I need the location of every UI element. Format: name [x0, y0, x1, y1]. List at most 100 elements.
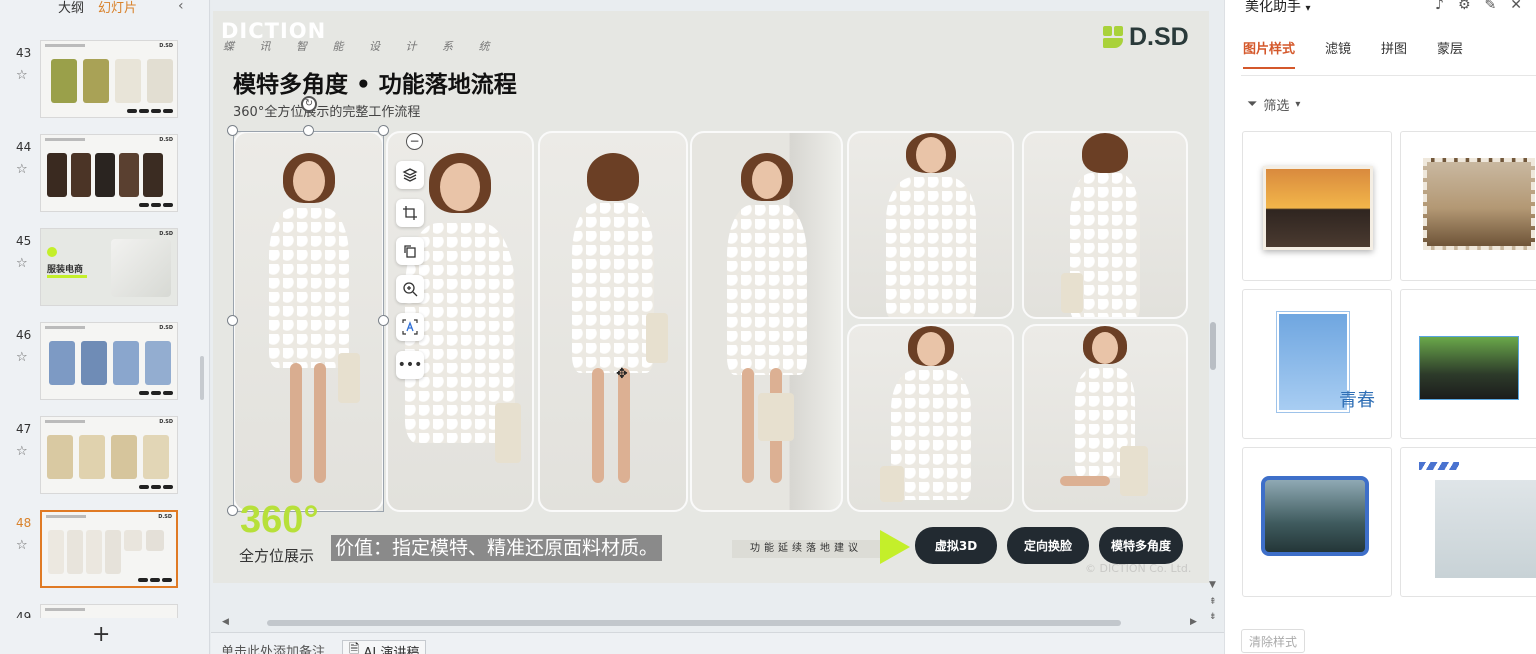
allround-label[interactable]: 全方位展示 [239, 545, 314, 566]
slide-thumbnail[interactable]: D.SD [40, 40, 178, 118]
slide-number: 43 [16, 46, 32, 60]
editing-canvas: DICTION 蝶 讯 智 能 设 计 系 统 D.SD 模特多角度 • 功能落… [211, 0, 1224, 654]
filter-button[interactable]: ⏷ 筛选 ▾ [1247, 95, 1300, 114]
slide-number: 44 [16, 140, 32, 154]
function-suggestion-label[interactable]: 功能延续落地建议 [732, 540, 880, 558]
resize-handle[interactable] [303, 125, 314, 136]
value-statement[interactable]: 价值：指定模特、精准还原面料材质。 [331, 535, 663, 561]
slide-thumbnail[interactable]: D.SD [40, 134, 178, 212]
slide-thumb-row[interactable]: 47 ☆ D.SD [0, 416, 210, 500]
model-photo-front[interactable] [233, 131, 384, 512]
pill-face-swap[interactable]: 定向换脸 [1007, 527, 1089, 564]
page-down-icon[interactable]: ⇟ [1209, 612, 1217, 622]
slide-number: 45 [16, 234, 32, 248]
beautify-assistant-panel: 美化助手 ▾ ♪ ⚙ ✎ ✕ 图片样式 滤镜 拼图 蒙层 ⏷ 筛选 ▾ 青春 清… [1224, 0, 1536, 654]
pin-icon[interactable]: ✎ [1485, 0, 1497, 13]
resize-handle[interactable] [227, 125, 238, 136]
collapse-panel-icon[interactable]: ‹ [178, 0, 184, 14]
pill-virtual-3d[interactable]: 虚拟3D [915, 527, 997, 564]
scroll-down-icon[interactable]: ▼ [1209, 580, 1216, 590]
notes-placeholder[interactable]: 单击此处添加备注 [221, 641, 325, 654]
model-photo-grid-1[interactable] [847, 131, 1014, 319]
slide-thumb-row[interactable]: 43 ☆ D.SD [0, 40, 210, 124]
canvas-vertical-scrollbar[interactable] [1210, 322, 1216, 370]
chevron-down-icon: ▾ [1295, 99, 1301, 110]
page-up-icon[interactable]: ⇞ [1209, 597, 1217, 607]
slide-thumb-row[interactable]: 46 ☆ D.SD [0, 322, 210, 406]
model-photo-grid-2[interactable] [1022, 131, 1188, 319]
ai-speech-button[interactable]: 🗎 AI 演讲稿 [342, 640, 427, 654]
slide-thumbnail-active[interactable]: D.SD [40, 510, 178, 588]
big-360-label[interactable]: 360° [240, 499, 319, 542]
copyright-text: © DICTION Co. Ltd. [1085, 562, 1192, 575]
star-icon[interactable]: ☆ [16, 538, 28, 553]
style-card-youth[interactable]: 青春 [1242, 289, 1392, 439]
ai-speech-icon: 🗎 [349, 642, 360, 654]
style-card-sunset[interactable] [1242, 131, 1392, 281]
scroll-left-icon[interactable]: ◀ [222, 617, 229, 627]
add-slide-button[interactable]: + [92, 624, 110, 646]
divider [1241, 75, 1536, 76]
brand-subtitle: 蝶 讯 智 能 设 计 系 统 [223, 40, 501, 53]
gear-icon[interactable]: ⚙ [1458, 0, 1471, 13]
slide-number: 47 [16, 422, 32, 436]
more-icon[interactable]: ••• [396, 351, 424, 379]
zoom-in-icon[interactable] [396, 275, 424, 303]
slide-thumbnail[interactable]: D.SD [40, 416, 178, 494]
slide-thumbnail-panel: 大纲 幻灯片 ‹ 43 ☆ D.SD 44 ☆ D.SD 45 ☆ D.SD 服… [0, 0, 210, 654]
dsd-logo-icon [1101, 25, 1125, 50]
resize-handle[interactable] [378, 315, 389, 326]
tab-collage[interactable]: 拼图 [1381, 38, 1407, 57]
slide-thumbnail[interactable]: D.SD [40, 322, 178, 400]
style-card-mountain[interactable] [1242, 447, 1392, 597]
tab-mask[interactable]: 蒙层 [1437, 38, 1463, 57]
resize-handle[interactable] [227, 505, 238, 516]
panel-title[interactable]: 美化助手 ▾ [1245, 0, 1310, 16]
ai-speech-label: AI 演讲稿 [363, 645, 420, 654]
slide-thumbnail[interactable] [40, 604, 178, 618]
slide-thumb-row[interactable]: 45 ☆ D.SD 服装电商 [0, 228, 210, 312]
close-icon[interactable]: ✕ [1510, 0, 1522, 13]
text-recognize-icon[interactable] [396, 313, 424, 341]
canvas-horizontal-scrollbar[interactable] [267, 620, 1121, 626]
star-icon[interactable]: ☆ [16, 68, 28, 83]
slide-thumbnail[interactable]: D.SD 服装电商 [40, 228, 178, 306]
star-icon[interactable]: ☆ [16, 350, 28, 365]
slide-thumb-row[interactable]: 49 [0, 604, 210, 618]
model-photo-grid-3[interactable] [847, 324, 1014, 512]
tab-outline[interactable]: 大纲 [58, 0, 84, 16]
dsd-logo: D.SD [1101, 23, 1189, 52]
slide-subtitle[interactable]: 360°全方位展示的完整工作流程 [233, 101, 420, 120]
rotate-handle-icon[interactable]: ↻ [301, 96, 317, 112]
style-card-interior[interactable] [1400, 447, 1536, 597]
tab-filter[interactable]: 滤镜 [1325, 38, 1351, 57]
slide[interactable]: DICTION 蝶 讯 智 能 设 计 系 统 D.SD 模特多角度 • 功能落… [213, 11, 1209, 583]
clear-style-button[interactable]: 清除样式 [1241, 629, 1305, 653]
scroll-right-icon[interactable]: ▶ [1190, 617, 1197, 627]
collapse-toolbar-icon[interactable]: − [406, 133, 423, 150]
thumbnail-scrollbar[interactable] [200, 356, 204, 400]
slide-thumb-row-active[interactable]: 48 ☆ D.SD [0, 510, 210, 594]
model-photo-lean[interactable] [690, 131, 843, 512]
tab-image-style[interactable]: 图片样式 [1243, 38, 1296, 69]
layers-icon[interactable] [396, 161, 424, 189]
star-icon[interactable]: ☆ [16, 256, 28, 271]
crop-icon[interactable] [396, 199, 424, 227]
slide-number: 49 [16, 610, 32, 618]
slide-title[interactable]: 模特多角度 • 功能落地流程 [233, 65, 517, 99]
replace-icon[interactable] [396, 237, 424, 265]
resize-handle[interactable] [378, 125, 389, 136]
audio-icon[interactable]: ♪ [1435, 0, 1444, 13]
star-icon[interactable]: ☆ [16, 162, 28, 177]
slide-number: 48 [16, 516, 32, 530]
slide-number: 46 [16, 328, 32, 342]
pill-multi-angle[interactable]: 模特多角度 [1099, 527, 1183, 564]
tab-slides[interactable]: 幻灯片 [98, 0, 137, 16]
resize-handle[interactable] [227, 315, 238, 326]
model-photo-grid-4[interactable] [1022, 324, 1188, 512]
star-icon[interactable]: ☆ [16, 444, 28, 459]
slide-thumb-row[interactable]: 44 ☆ D.SD [0, 134, 210, 218]
model-photo-back[interactable] [538, 131, 688, 512]
style-card-palace[interactable] [1400, 131, 1536, 281]
style-card-graduation[interactable] [1400, 289, 1536, 439]
